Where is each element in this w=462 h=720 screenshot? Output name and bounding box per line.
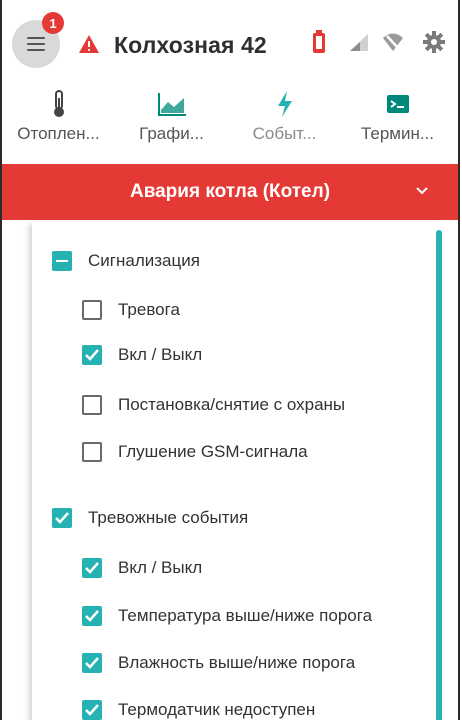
check-icon	[85, 657, 99, 669]
app-header: 1 Колхозная 42	[2, 0, 458, 88]
checkbox-checked[interactable]	[52, 508, 72, 528]
item-label: Вкл / Выкл	[118, 558, 203, 577]
check-icon	[85, 562, 99, 574]
tab-heating[interactable]: Отоплен...	[2, 88, 115, 162]
list-item[interactable]: Тревога	[82, 300, 180, 320]
item-label: Влажность выше/ниже порога	[118, 653, 356, 672]
event-filter-panel: Сигнализация Тревога Вкл / Выкл Постанов…	[32, 222, 442, 720]
checkbox-checked[interactable]	[82, 345, 102, 365]
checkbox-unchecked[interactable]	[82, 442, 102, 462]
group-label: Сигнализация	[88, 251, 200, 270]
check-icon	[85, 610, 99, 622]
item-label: Температура выше/ниже порога	[118, 606, 373, 625]
item-label: Глушение GSM-сигнала	[118, 442, 308, 461]
item-label: Тревога	[118, 300, 180, 319]
checkbox-checked[interactable]	[82, 700, 102, 720]
list-item[interactable]: Влажность выше/ниже порога	[82, 653, 355, 673]
wifi-off-icon[interactable]	[382, 32, 404, 52]
signal-icon[interactable]	[348, 32, 370, 52]
item-label: Вкл / Выкл	[118, 345, 203, 364]
item-label: Постановка/снятие с охраны	[118, 395, 346, 414]
list-item[interactable]: Температура выше/ниже порога	[82, 606, 372, 626]
group-label: Тревожные события	[88, 508, 249, 527]
warning-icon	[79, 35, 99, 53]
check-icon	[55, 512, 69, 524]
page-title: Колхозная 42	[114, 32, 267, 58]
tab-charts-label: Графи...	[139, 124, 204, 143]
group-alarm-system[interactable]: Сигнализация	[52, 251, 200, 271]
check-icon	[85, 349, 99, 361]
list-item[interactable]: Термодатчик недоступен	[82, 700, 315, 720]
lightning-icon	[277, 91, 292, 117]
checkbox-checked[interactable]	[82, 653, 102, 673]
item-label: Термодатчик недоступен	[118, 700, 316, 719]
list-item[interactable]: Вкл / Выкл	[82, 345, 202, 365]
list-item[interactable]: Глушение GSM-сигнала	[82, 442, 308, 462]
checkbox-checked[interactable]	[82, 558, 102, 578]
tab-heating-label: Отоплен...	[17, 124, 100, 143]
alarm-dropdown[interactable]: Авария котла (Котел)	[2, 164, 458, 220]
tab-events-label: Событ...	[252, 124, 317, 143]
check-icon	[85, 704, 99, 716]
gear-icon[interactable]	[422, 30, 446, 54]
tab-terminal[interactable]: Термин...	[341, 88, 454, 162]
checkbox-indeterminate[interactable]	[52, 251, 72, 271]
alarm-label: Авария котла (Котел)	[129, 181, 331, 202]
group-alarm-events[interactable]: Тревожные события	[52, 508, 248, 528]
tab-bar: Отоплен... Графи... Событ... Термин...	[2, 88, 458, 162]
thermometer-icon	[53, 90, 64, 117]
list-item[interactable]: Постановка/снятие с охраны	[82, 395, 345, 415]
tab-charts[interactable]: Графи...	[115, 88, 228, 162]
chart-icon	[157, 93, 186, 116]
battery-low-icon[interactable]	[312, 30, 326, 54]
status-icons	[312, 30, 452, 54]
hamburger-icon	[27, 37, 45, 51]
notification-badge: 1	[42, 12, 64, 34]
scrollbar[interactable]	[436, 230, 442, 720]
checkbox-unchecked[interactable]	[82, 300, 102, 320]
terminal-icon	[386, 95, 409, 113]
chevron-down-icon	[416, 187, 428, 195]
checkbox-checked[interactable]	[82, 606, 102, 626]
app-window: 1 Колхозная 42 Отоплен... Графи... Событ…	[0, 0, 460, 720]
checkbox-unchecked[interactable]	[82, 395, 102, 415]
list-item[interactable]: Вкл / Выкл	[82, 558, 202, 578]
tab-events[interactable]: Событ...	[228, 88, 341, 162]
tab-terminal-label: Термин...	[360, 124, 435, 143]
